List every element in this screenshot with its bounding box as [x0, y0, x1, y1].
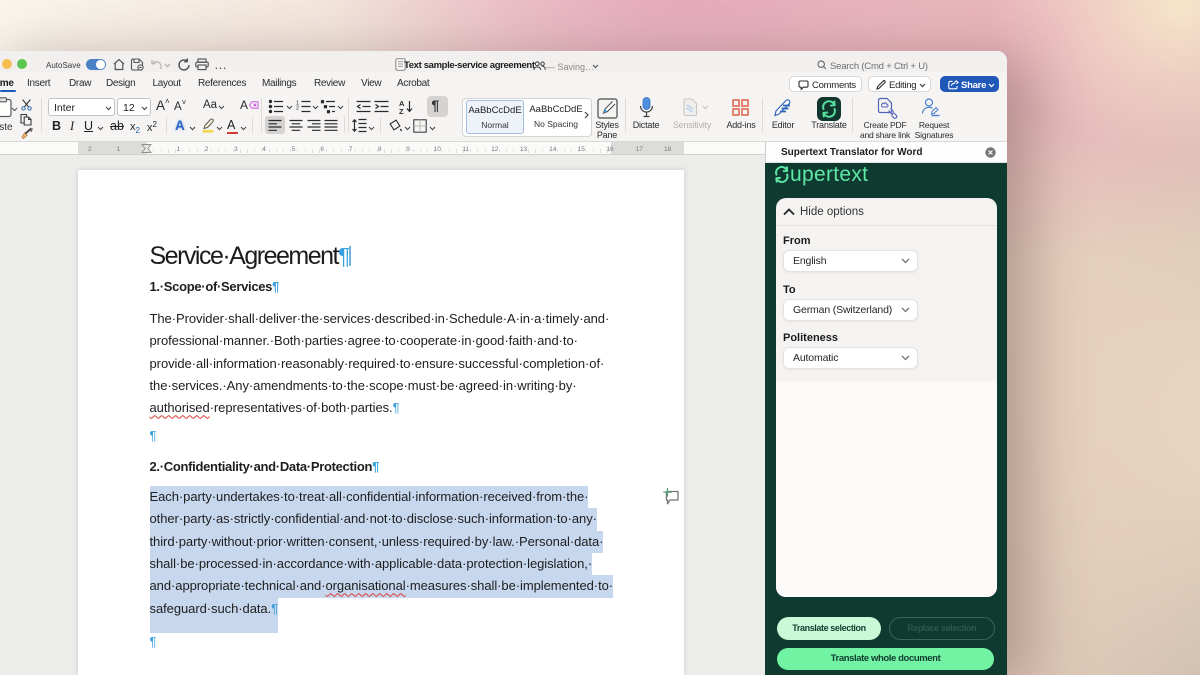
svg-text:2: 2 — [296, 106, 299, 112]
svg-text:Z: Z — [399, 107, 404, 116]
